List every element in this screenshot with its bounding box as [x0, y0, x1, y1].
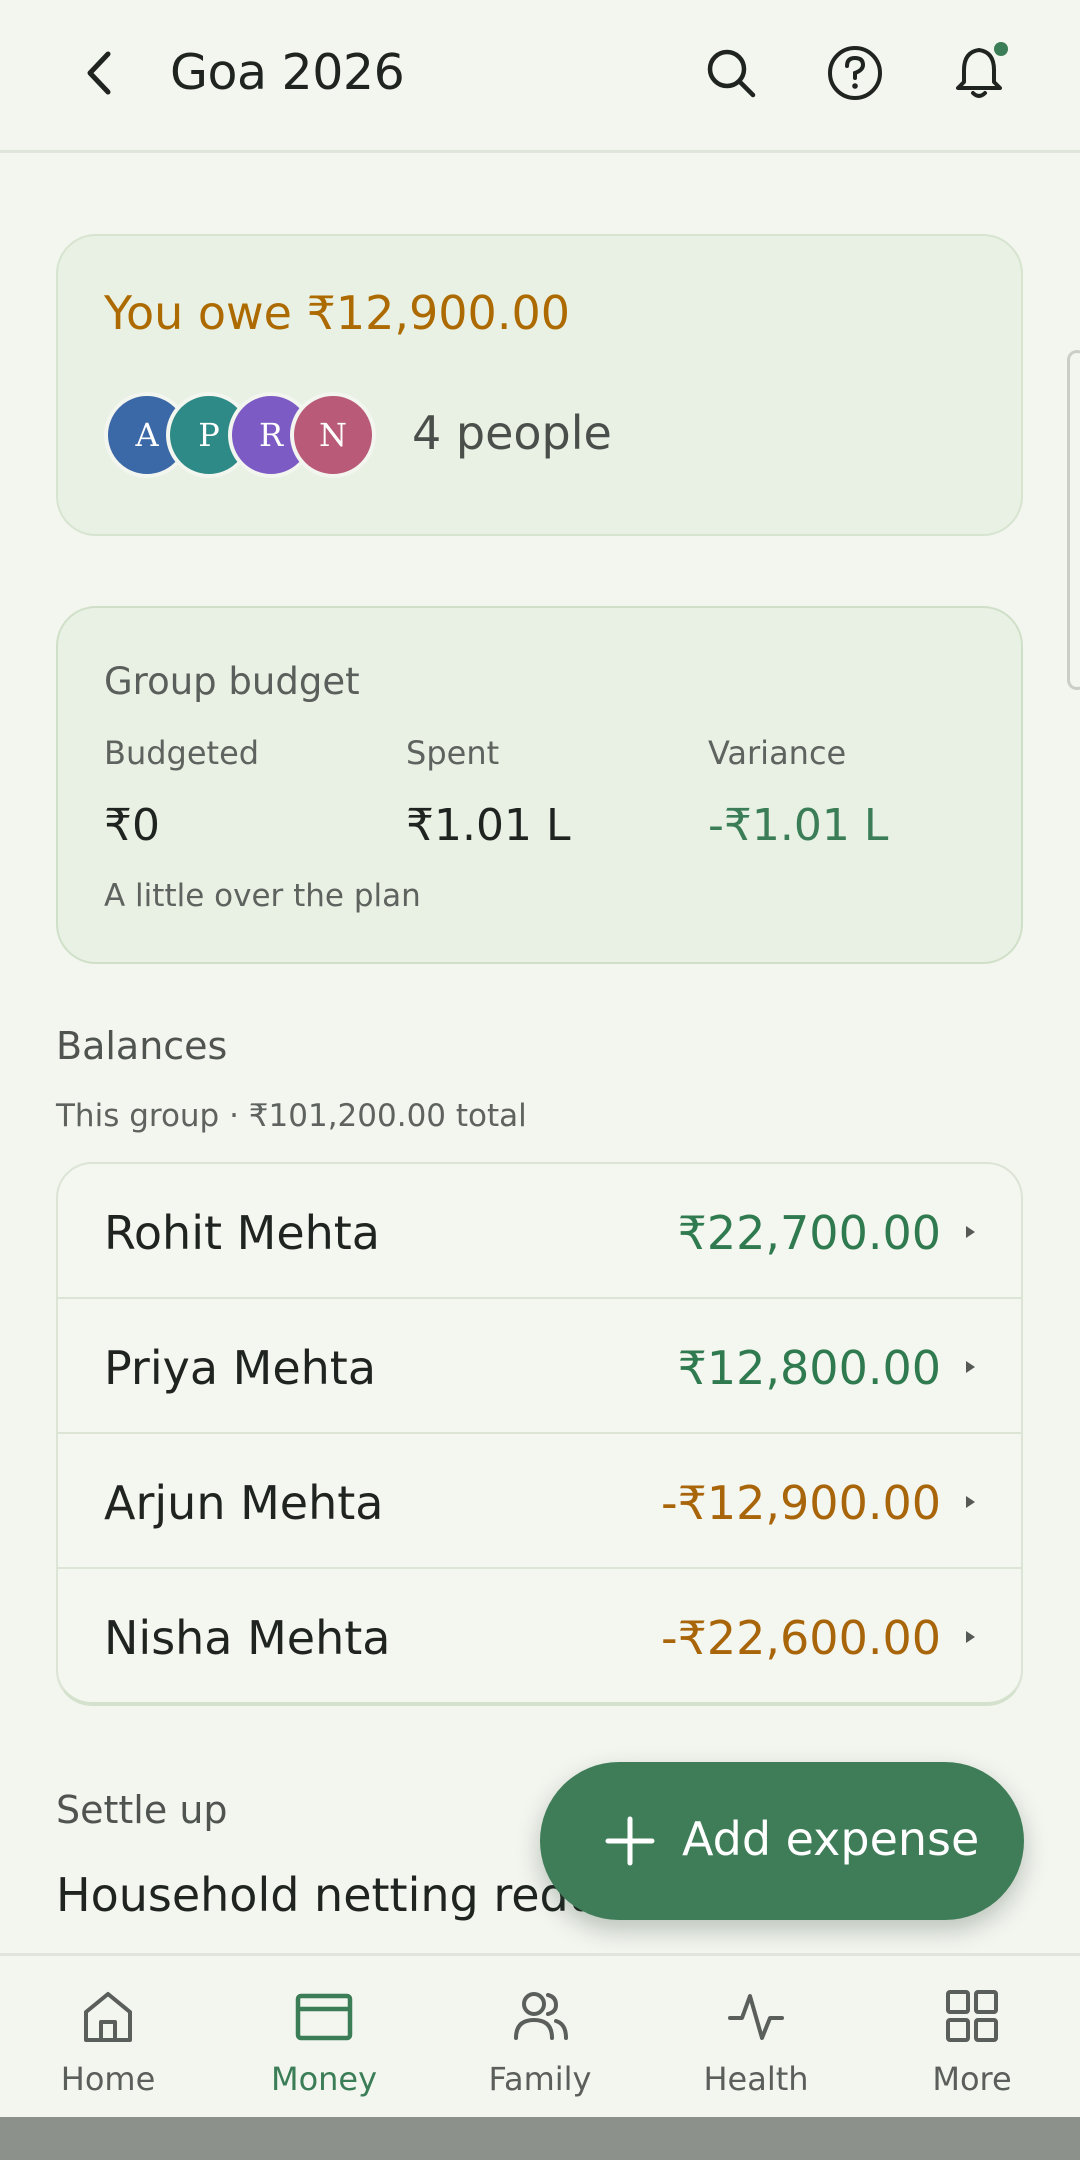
- page: Goa 2026 You owe ₹12,900.00 A P R N 4 pe…: [0, 0, 1080, 2160]
- balance-amount: ₹12,800.00: [677, 1341, 941, 1395]
- balance-amount: -₹22,600.00: [661, 1611, 941, 1665]
- people-count: 4 people: [412, 406, 612, 460]
- search-button[interactable]: [696, 38, 766, 108]
- budgeted-value: ₹0: [104, 800, 160, 851]
- nav-label-money: Money: [270, 2060, 378, 2098]
- balances-heading: Balances: [56, 1024, 228, 1068]
- member-name: Rohit Mehta: [104, 1206, 380, 1260]
- back-button[interactable]: [70, 38, 130, 108]
- member-name: Priya Mehta: [104, 1341, 377, 1395]
- wallet-icon: [295, 1993, 353, 2041]
- nav-label-home: Home: [60, 2060, 156, 2098]
- balance-row[interactable]: Rohit Mehta ₹22,700.00: [58, 1164, 1021, 1299]
- nav-item-money[interactable]: Money: [216, 1956, 432, 2120]
- spent-label: Spent: [406, 734, 500, 772]
- search-icon: [707, 49, 756, 98]
- users-icon: [514, 1992, 568, 2040]
- settle-up-text: Household netting redu: [56, 1868, 598, 1922]
- avatar: N: [290, 392, 376, 478]
- scrollbar[interactable]: [1067, 350, 1080, 690]
- spent-value: ₹1.01 L: [406, 800, 571, 851]
- chevron-right-icon: [966, 1226, 975, 1238]
- member-avatars: A P R N: [104, 392, 376, 478]
- balance-amount: ₹22,700.00: [677, 1206, 941, 1260]
- system-navigation-bar: [0, 2117, 1080, 2160]
- budgeted-column: Budgeted ₹0: [104, 734, 259, 851]
- budgeted-label: Budgeted: [104, 734, 260, 772]
- balance-amount: -₹12,900.00: [661, 1476, 941, 1530]
- nav-label-family: Family: [488, 2060, 592, 2098]
- balance-row[interactable]: Arjun Mehta -₹12,900.00: [58, 1434, 1021, 1569]
- add-expense-button[interactable]: Add expense: [540, 1762, 1024, 1920]
- member-name: Arjun Mehta: [104, 1476, 384, 1530]
- page-title: Goa 2026: [170, 44, 405, 101]
- owe-summary-card[interactable]: You owe ₹12,900.00 A P R N 4 people: [56, 234, 1023, 536]
- top-app-bar: Goa 2026: [0, 0, 1080, 153]
- plus-icon: [605, 1816, 655, 1866]
- grid-icon: [946, 1990, 998, 2042]
- home-icon: [84, 1992, 132, 2042]
- nav-label-health: Health: [703, 2060, 809, 2098]
- notifications-button[interactable]: [944, 38, 1014, 108]
- add-expense-label: Add expense: [682, 1812, 980, 1866]
- nav-item-home[interactable]: Home: [0, 1956, 216, 2120]
- settle-up-heading: Settle up: [56, 1788, 228, 1832]
- chevron-right-icon: [966, 1631, 975, 1643]
- chevron-right-icon: [966, 1496, 975, 1508]
- variance-value: -₹1.01 L: [708, 800, 889, 851]
- budget-note: A little over the plan: [104, 878, 421, 914]
- group-budget-card[interactable]: Group budget Budgeted ₹0 Spent ₹1.01 L V…: [56, 606, 1023, 964]
- nav-item-health[interactable]: Health: [648, 1956, 864, 2120]
- help-circle-icon: [828, 46, 882, 100]
- activity-icon: [728, 1994, 784, 2040]
- balance-row[interactable]: Priya Mehta ₹12,800.00: [58, 1299, 1021, 1434]
- balance-row[interactable]: Nisha Mehta -₹22,600.00: [58, 1569, 1021, 1702]
- variance-column: Variance -₹1.01 L: [708, 734, 888, 851]
- variance-label: Variance: [708, 734, 847, 772]
- nav-item-family[interactable]: Family: [432, 1956, 648, 2120]
- bottom-navigation: Home Money Family Health More: [0, 1953, 1080, 2117]
- spent-column: Spent ₹1.01 L: [406, 734, 570, 851]
- notification-dot: [994, 42, 1008, 56]
- chevron-left-icon: [87, 51, 111, 95]
- member-name: Nisha Mehta: [104, 1611, 391, 1665]
- owe-amount-text: You owe ₹12,900.00: [104, 286, 570, 340]
- nav-label-more: More: [932, 2060, 1012, 2098]
- balances-list: Rohit Mehta ₹22,700.00 Priya Mehta ₹12,8…: [56, 1162, 1023, 1706]
- budget-title: Group budget: [104, 660, 360, 703]
- help-button[interactable]: [820, 38, 890, 108]
- nav-item-more[interactable]: More: [864, 1956, 1080, 2120]
- chevron-right-icon: [966, 1361, 975, 1373]
- balances-subtitle: This group · ₹101,200.00 total: [56, 1098, 527, 1134]
